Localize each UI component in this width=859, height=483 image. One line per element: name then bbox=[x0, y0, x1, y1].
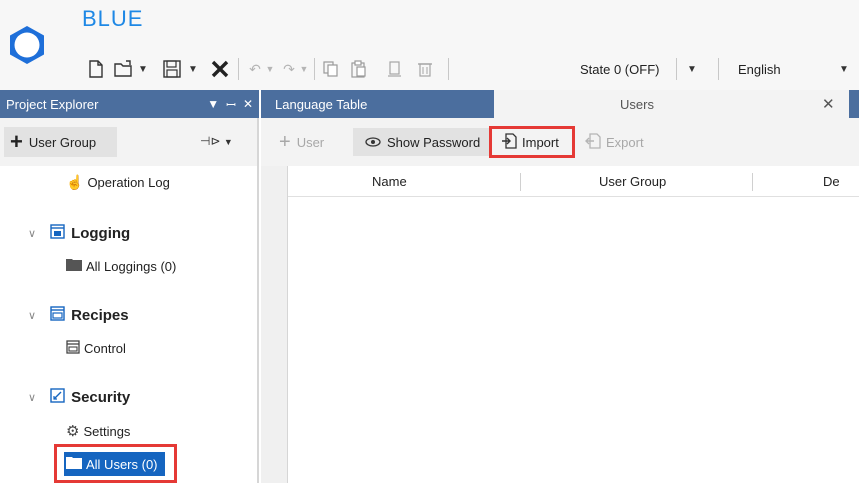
security-icon bbox=[50, 388, 65, 406]
hand-icon: ☝ bbox=[66, 174, 84, 190]
state-dropdown-icon[interactable]: ▼ bbox=[684, 55, 700, 83]
document-tabstrip: Language Table Users ✕ bbox=[261, 90, 859, 118]
tree-category-security[interactable]: ∨ Security bbox=[28, 388, 130, 406]
export-button[interactable]: Export bbox=[585, 128, 644, 156]
tree-category-label: Security bbox=[71, 388, 131, 406]
open-dropdown-icon[interactable]: ▼ bbox=[136, 55, 150, 83]
logging-icon bbox=[50, 224, 65, 242]
close-icon[interactable]: ✕ bbox=[822, 95, 835, 113]
grid-row-header-gutter bbox=[261, 166, 288, 483]
grid-header-divider bbox=[288, 196, 859, 197]
undo-icon[interactable]: ↶ bbox=[244, 55, 266, 83]
add-user-group-label: User Group bbox=[28, 134, 97, 150]
column-header-label: User Group bbox=[599, 173, 667, 189]
panel-close-icon[interactable]: ✕ bbox=[243, 97, 253, 111]
state-combo-value: State 0 (OFF) bbox=[580, 61, 660, 77]
chevron-down-icon: ∨ bbox=[28, 391, 37, 404]
tab-language-table[interactable]: Language Table bbox=[261, 90, 494, 118]
column-header-label: Name bbox=[372, 173, 407, 189]
language-combo-value: English bbox=[738, 61, 781, 77]
duplicate-icon[interactable] bbox=[384, 55, 406, 83]
toolbar-separator bbox=[676, 58, 677, 80]
recipes-icon bbox=[50, 306, 65, 324]
undo-dropdown-icon[interactable]: ▼ bbox=[264, 55, 276, 83]
project-explorer-toolbar: + User Group ⊣⊳ ▼ bbox=[0, 118, 259, 166]
plus-icon: + bbox=[10, 129, 23, 154]
tree-item-settings[interactable]: ⚙ Settings bbox=[66, 422, 130, 440]
toolbar-separator bbox=[718, 58, 719, 80]
import-label: Import bbox=[522, 134, 559, 150]
tree-item-label: Control bbox=[84, 341, 126, 356]
redo-icon[interactable]: ↷ bbox=[278, 55, 300, 83]
column-header-user-group[interactable]: User Group bbox=[599, 166, 667, 196]
pin-icon: ⊣⊳ bbox=[200, 134, 221, 148]
panel-splitter[interactable] bbox=[257, 118, 259, 483]
chevron-down-icon: ▼ bbox=[223, 137, 233, 147]
column-header-label: De bbox=[823, 173, 840, 189]
show-password-label: Show Password bbox=[387, 134, 481, 150]
highlight-box-all-users bbox=[54, 444, 177, 483]
tab-label: Language Table bbox=[275, 96, 368, 112]
project-explorer-header: Project Explorer ▼ ꟷ ✕ bbox=[0, 90, 259, 118]
tree-item-all-loggings[interactable]: All Loggings (0) bbox=[66, 258, 176, 274]
export-label: Export bbox=[606, 134, 644, 150]
tab-overflow-icon[interactable] bbox=[849, 90, 859, 118]
users-grid: Name User Group De bbox=[261, 166, 859, 483]
pin-dropdown-button[interactable]: ⊣⊳ ▼ bbox=[200, 134, 233, 148]
tree-item-label: Operation Log bbox=[87, 175, 170, 190]
trash-icon[interactable] bbox=[414, 55, 436, 83]
delete-icon[interactable] bbox=[206, 55, 234, 83]
app-logo-icon bbox=[6, 24, 48, 66]
tree-item-label: Settings bbox=[83, 423, 131, 439]
save-dropdown-icon[interactable]: ▼ bbox=[186, 55, 200, 83]
add-user-group-button[interactable]: + User Group bbox=[4, 127, 117, 157]
copy-icon[interactable] bbox=[320, 55, 342, 83]
project-tree: ☝ Operation Log ∨ Logging All Loggings (… bbox=[0, 166, 257, 483]
column-separator[interactable] bbox=[752, 173, 753, 191]
users-toolbar: + User Show Password Import Export bbox=[261, 118, 859, 166]
chevron-down-icon: ∨ bbox=[28, 227, 37, 240]
toolbar-separator bbox=[448, 58, 449, 80]
app-header: BLUE ▼ ▼ ↶ ▼ ↷ ▼ State 0 (OFF) ▼ English… bbox=[0, 0, 859, 90]
new-file-icon[interactable] bbox=[84, 55, 108, 83]
add-user-label: User bbox=[296, 134, 325, 150]
tree-category-label: Logging bbox=[71, 224, 131, 242]
toolbar-separator bbox=[314, 58, 315, 80]
tree-category-label: Recipes bbox=[71, 306, 129, 324]
gear-icon: ⚙ bbox=[66, 423, 80, 440]
app-title: BLUE bbox=[82, 6, 144, 31]
tree-item-label: All Loggings (0) bbox=[86, 258, 177, 274]
eye-icon bbox=[365, 135, 381, 150]
tab-label: Users bbox=[620, 96, 654, 112]
language-dropdown-icon[interactable]: ▼ bbox=[836, 55, 852, 83]
open-folder-icon[interactable] bbox=[112, 55, 136, 83]
folder-icon bbox=[66, 258, 82, 274]
save-icon[interactable] bbox=[160, 55, 184, 83]
tree-category-recipes[interactable]: ∨ Recipes bbox=[28, 306, 129, 324]
export-icon bbox=[585, 132, 601, 152]
toolbar-separator bbox=[238, 58, 239, 80]
control-icon bbox=[66, 340, 80, 357]
show-password-button[interactable]: Show Password bbox=[353, 128, 489, 156]
column-separator[interactable] bbox=[520, 173, 521, 191]
column-header-name[interactable]: Name bbox=[372, 166, 407, 196]
tree-item-control[interactable]: Control bbox=[66, 340, 126, 357]
tree-category-logging[interactable]: ∨ Logging bbox=[28, 224, 130, 242]
column-header-description[interactable]: De bbox=[823, 166, 840, 196]
project-explorer-title: Project Explorer bbox=[6, 96, 99, 112]
tab-users[interactable]: Users ✕ bbox=[494, 90, 859, 118]
import-button[interactable]: Import bbox=[489, 126, 575, 158]
tree-item-operation-log[interactable]: ☝ Operation Log bbox=[66, 174, 170, 191]
add-user-button[interactable]: + User bbox=[279, 128, 324, 156]
plus-icon: + bbox=[279, 131, 291, 153]
panel-menu-icon[interactable]: ▼ bbox=[207, 97, 219, 111]
paste-icon[interactable] bbox=[348, 55, 370, 83]
chevron-down-icon: ∨ bbox=[28, 309, 37, 322]
language-combo[interactable]: English bbox=[738, 56, 828, 82]
panel-pin-icon[interactable]: ꟷ bbox=[226, 96, 236, 113]
import-icon bbox=[501, 132, 517, 152]
redo-dropdown-icon[interactable]: ▼ bbox=[298, 55, 310, 83]
